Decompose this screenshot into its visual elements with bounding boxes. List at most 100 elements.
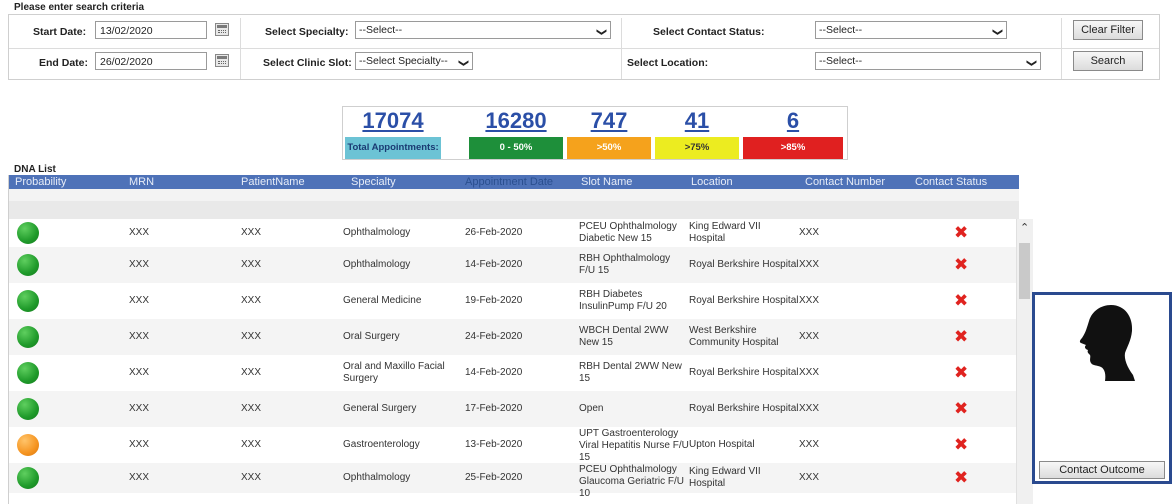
cell-slot: PCEU Ophthalmology Glaucoma Geriatric F/… — [579, 464, 685, 499]
stat-50-label: >50% — [567, 137, 651, 159]
cell-contact: XXX — [799, 472, 820, 483]
divider — [240, 18, 241, 48]
cell-location: Royal Berkshire Hospital — [689, 259, 799, 270]
contact-outcome-button[interactable]: Contact Outcome — [1039, 461, 1165, 479]
cell-date: 14-Feb-2020 — [465, 367, 523, 378]
cell-date: 25-Feb-2020 — [465, 472, 523, 483]
contact-status-select[interactable]: --Select-- ❮ — [815, 21, 1007, 39]
x-icon[interactable]: ✖ — [954, 400, 968, 417]
cell-contact: XXX — [799, 227, 820, 238]
x-icon[interactable]: ✖ — [954, 328, 968, 345]
cell-contact: XXX — [799, 403, 820, 414]
probability-indicator-orange — [17, 434, 39, 456]
end-date-input[interactable]: 26/02/2020 — [95, 52, 207, 70]
divider — [621, 49, 622, 79]
location-select-value: --Select-- — [819, 55, 863, 67]
table-row[interactable]: XXX XXX Gastroenterology 13-Feb-2020 UPT Gas… — [9, 427, 1019, 463]
location-select[interactable]: --Select-- ❮ — [815, 52, 1041, 70]
cell-slot: WBCH Dental 2WW New 15 — [579, 325, 669, 348]
table-row[interactable]: XXX XXX Oral and Maxillo Facial Surgery 14-… — [9, 355, 1019, 391]
specialty-select-value: --Select-- — [359, 24, 403, 36]
cell-location: West Berkshire Community Hospital — [689, 325, 779, 348]
cell-contact: XXX — [799, 439, 820, 450]
column-header[interactable]: Probability — [15, 175, 66, 189]
cell-location: Upton Hospital — [689, 439, 755, 450]
column-header[interactable]: Slot Name — [581, 175, 632, 189]
search-criteria-title: Please enter search criteria — [14, 2, 145, 13]
cell-location: King Edward VII Hospital — [689, 466, 761, 489]
stat-0-50-link[interactable]: 16280 — [469, 108, 563, 134]
cell-mrn: XXX — [129, 331, 150, 342]
x-icon[interactable]: ✖ — [954, 256, 968, 273]
divider — [1061, 49, 1062, 79]
contact-status-label: Select Contact Status: — [653, 26, 765, 38]
stat-0-50-label: 0 - 50% — [469, 137, 563, 159]
probability-indicator-green — [17, 362, 39, 384]
column-header[interactable]: Location — [691, 175, 733, 189]
x-icon[interactable]: ✖ — [954, 224, 968, 241]
table-row[interactable]: XXX XXX Oral Surgery 24-Feb-2020 WBCH Dental… — [9, 319, 1019, 355]
cell-patient: XXX — [241, 295, 262, 306]
specialty-label: Select Specialty: — [265, 26, 349, 38]
cell-patient: XXX — [241, 227, 262, 238]
calendar-icon[interactable] — [215, 23, 229, 36]
start-date-input[interactable]: 13/02/2020 — [95, 21, 207, 39]
total-appointments-link[interactable]: 17074 — [345, 108, 441, 134]
column-header[interactable]: Specialty — [351, 175, 396, 189]
cell-slot: RBH Dental 2WW New 15 — [579, 361, 682, 384]
end-date-label: End Date: — [39, 57, 89, 69]
cell-date: 24-Feb-2020 — [465, 331, 523, 342]
stat-75-label: >75% — [655, 137, 739, 159]
cell-location: King Edward VII Hospital — [689, 221, 761, 244]
calendar-icon[interactable] — [215, 54, 229, 67]
table-row[interactable]: XXX XXX General Medicine 19-Feb-2020 RBH Dia… — [9, 283, 1019, 319]
cell-slot: Open — [579, 403, 604, 414]
x-icon[interactable]: ✖ — [954, 364, 968, 381]
column-header[interactable]: Contact Status — [915, 175, 987, 189]
stat-75-link[interactable]: 41 — [655, 108, 739, 134]
scroll-up-icon[interactable]: ⌃ — [1020, 221, 1029, 234]
chevron-down-icon: ❮ — [991, 27, 1003, 37]
stat-85-label: >85% — [743, 137, 843, 159]
stat-85-link[interactable]: 6 — [743, 108, 843, 134]
table-row[interactable]: XXX XXX General Surgery 17-Feb-2020 Open Roya… — [9, 391, 1019, 427]
cell-date: 19-Feb-2020 — [465, 295, 523, 306]
clear-filter-button[interactable]: Clear Filter — [1073, 20, 1143, 40]
cell-contact: XXX — [799, 295, 820, 306]
cell-date: 14-Feb-2020 — [465, 259, 523, 270]
x-icon[interactable]: ✖ — [954, 292, 968, 309]
clinic-slot-select[interactable]: --Select Specialty-- ❮ — [355, 52, 473, 70]
cell-specialty: Oral Surgery — [343, 331, 400, 342]
stat-50-link[interactable]: 747 — [567, 108, 651, 134]
search-button[interactable]: Search — [1073, 51, 1143, 71]
cell-specialty: Ophthalmology — [343, 259, 411, 270]
column-header[interactable]: Contact Number — [805, 175, 885, 189]
column-header[interactable]: Appointment Date — [465, 175, 553, 189]
divider — [1061, 18, 1062, 48]
table-row[interactable]: XXX XXX Ophthalmology 14-Feb-2020 RBH Ophtha… — [9, 247, 1019, 283]
divider — [621, 18, 622, 48]
cell-patient: XXX — [241, 472, 262, 483]
cell-contact: XXX — [799, 259, 820, 270]
specialty-select[interactable]: --Select-- ❮ — [355, 21, 611, 39]
stat-0-50: 16280 0 - 50% — [469, 107, 563, 159]
scroll-thumb[interactable] — [1019, 243, 1030, 299]
person-head-icon — [1079, 305, 1135, 381]
table-row[interactable]: XXX XXX Ophthalmology 25-Feb-2020 PCEU Ophth… — [9, 463, 1019, 499]
cell-date: 17-Feb-2020 — [465, 403, 523, 414]
grid-scrollbar[interactable]: ⌃ — [1016, 219, 1033, 504]
x-icon[interactable]: ✖ — [954, 469, 968, 486]
table-row[interactable]: XXX XXX Ophthalmology 26-Feb-2020 PCEU Ophth… — [9, 219, 1019, 247]
summary-stats: 17074 Total Appointments: 16280 0 - 50% … — [342, 106, 848, 160]
cell-location: Royal Berkshire Hospital — [689, 367, 799, 378]
cell-location: Royal Berkshire Hospital — [689, 403, 799, 414]
contact-panel: Contact Outcome — [1032, 292, 1172, 484]
column-header[interactable]: MRN — [129, 175, 154, 189]
cell-date: 26-Feb-2020 — [465, 227, 523, 238]
contact-status-select-value: --Select-- — [819, 24, 863, 36]
x-icon[interactable]: ✖ — [954, 436, 968, 453]
column-header[interactable]: PatientName — [241, 175, 305, 189]
cell-specialty: Oral and Maxillo Facial Surgery — [343, 361, 445, 384]
cell-specialty: General Surgery — [343, 403, 417, 414]
cell-slot: RBH Diabetes InsulinPump F/U 20 — [579, 289, 667, 312]
